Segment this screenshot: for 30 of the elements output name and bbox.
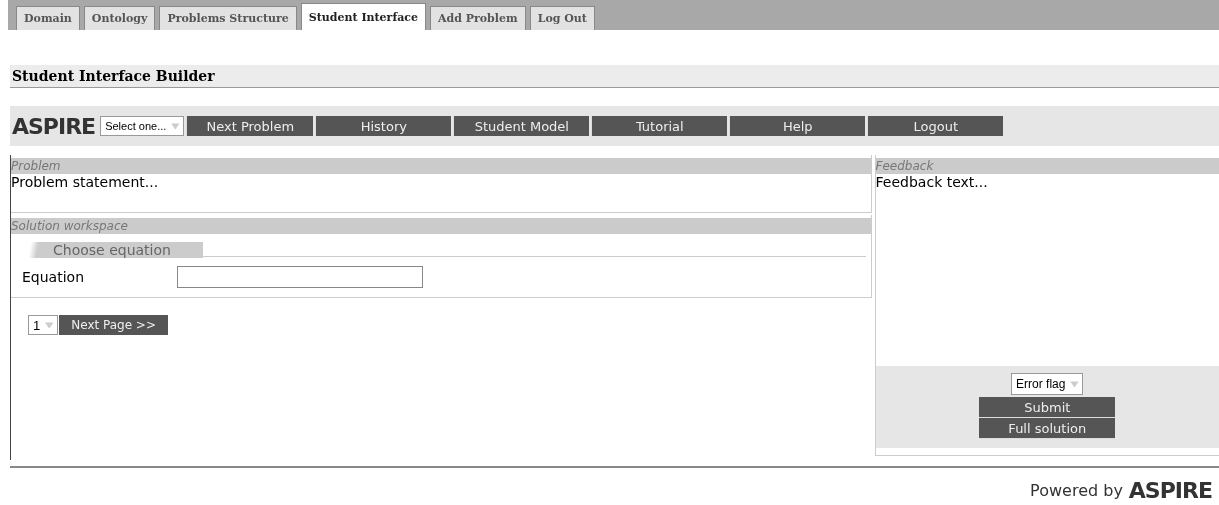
feedback-button[interactable]: Submit [979, 397, 1116, 418]
powered-by-text: Powered by [1030, 481, 1123, 500]
toolbar-button[interactable]: Tutorial [591, 116, 728, 136]
page-select[interactable]: 1 [28, 315, 59, 335]
toolbar-button[interactable]: Help [729, 116, 866, 136]
next-page-button[interactable]: Next Page >> [59, 315, 168, 335]
page-title: Student Interface Builder [10, 65, 1219, 88]
panel-heading: Problem [11, 158, 871, 174]
toolbar-button[interactable]: History [315, 116, 452, 136]
toolbar-button[interactable]: Next Problem [186, 116, 314, 136]
toolbar-button[interactable]: Student Model [453, 116, 590, 136]
tab[interactable]: Ontology [83, 6, 156, 30]
panel-heading: Solution workspace [11, 218, 871, 234]
tab[interactable]: Log Out [529, 6, 595, 30]
equation-tab[interactable]: Choose equation [16, 242, 203, 258]
problem-statement: Problem statement... [11, 174, 160, 192]
logo: ASPIRE [1128, 478, 1212, 503]
field-label: Equation [22, 269, 85, 285]
tab[interactable]: Add Problem [429, 6, 526, 30]
tab[interactable]: Problems Structure [159, 6, 297, 30]
problem-select[interactable]: Select one... [100, 116, 185, 136]
logo: ASPIRE [12, 113, 96, 139]
panel-heading: Feedback [875, 158, 1219, 174]
equation-field[interactable] [177, 266, 423, 288]
feedback-text: Feedback text... [875, 174, 989, 192]
feedback-button[interactable]: Full solution [979, 418, 1116, 439]
tab[interactable]: Domain [16, 6, 80, 30]
error-flag-select[interactable]: Error flag [1011, 373, 1084, 395]
toolbar-button[interactable]: Logout [867, 116, 1004, 136]
tab[interactable]: Student Interface [300, 3, 426, 30]
